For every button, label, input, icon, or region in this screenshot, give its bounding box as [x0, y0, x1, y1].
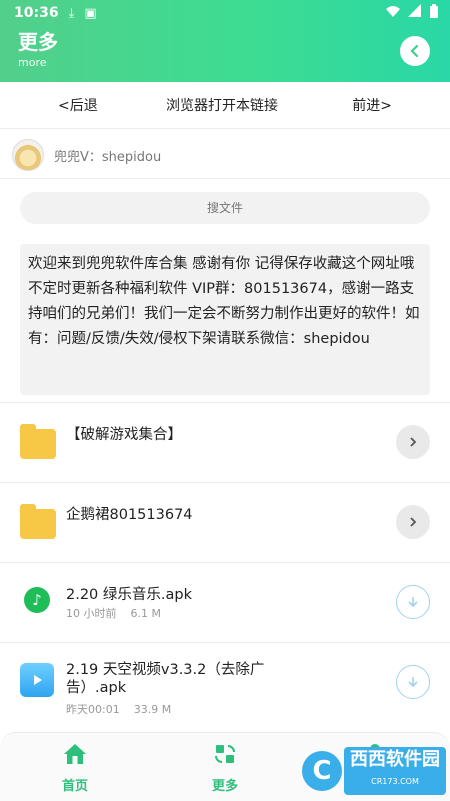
nav-forward-link[interactable]: 前进>	[352, 95, 392, 115]
item-name: 【破解游戏集合】	[66, 427, 182, 443]
browser-nav: <后退 浏览器打开本链接 前进>	[0, 82, 450, 129]
avatar	[12, 139, 44, 171]
watermark-sub: CR173.COM	[371, 777, 419, 786]
chevron-right-icon	[410, 437, 417, 447]
notification-icon: ▣	[84, 5, 97, 21]
music-note-icon: ♪	[24, 587, 50, 613]
folder-icon	[20, 424, 56, 459]
home-icon	[64, 744, 86, 764]
back-button[interactable]	[400, 36, 430, 66]
list-item[interactable]: 【破解游戏集合】	[0, 402, 450, 482]
user-row: 兜兜V：shepidou	[0, 132, 450, 179]
wifi-icon	[386, 4, 400, 22]
chevron-left-icon	[410, 44, 419, 58]
signal-icon	[408, 4, 422, 22]
item-name: 2.19 天空视频v3.3.2（去除广告）.apk	[66, 662, 265, 696]
open-folder-button[interactable]	[396, 425, 430, 459]
list-item[interactable]: 2.19 天空视频v3.3.2（去除广告）.apk 昨天00:01 33.9 M	[0, 642, 450, 722]
tab-home[interactable]: 首页	[45, 743, 105, 794]
open-in-browser-link[interactable]: 浏览器打开本链接	[166, 95, 278, 115]
download-icon: ⤓	[68, 5, 75, 21]
header: 10:36 ⤓ ▣ 更多 more	[0, 0, 450, 82]
watermark-text: 西西软件园	[350, 749, 440, 770]
username: 兜兜V：shepidou	[54, 149, 162, 165]
item-name: 2.20 绿乐音乐.apk	[66, 587, 192, 603]
file-list: 【破解游戏集合】 企鹅裙801513674 ♪ 2.20 绿乐音乐.apk 10…	[0, 402, 450, 722]
tab-more-label: 更多	[211, 779, 238, 794]
item-size: 33.9 M	[133, 703, 172, 716]
chevron-right-icon	[410, 517, 417, 527]
video-play-icon	[20, 663, 54, 697]
folder-icon	[20, 504, 56, 539]
notice-text: 欢迎来到兜兜软件库合集 感谢有你 记得保存收藏这个网址哦 不定时更新各种福利软件…	[20, 244, 430, 395]
download-button[interactable]	[396, 665, 430, 699]
page-title: 更多	[18, 30, 58, 54]
search-input[interactable]: 搜文件	[20, 192, 430, 224]
open-folder-button[interactable]	[396, 505, 430, 539]
bottom-tab-bar: 首页 更多 关于 C 西西软件园 CR173.COM	[0, 732, 450, 801]
status-bar: 10:36 ⤓ ▣	[0, 0, 450, 26]
item-name: 企鹅裙801513674	[66, 507, 193, 523]
item-time: 昨天00:01	[66, 703, 120, 716]
download-arrow-icon	[408, 597, 418, 608]
page-subtitle: more	[18, 56, 47, 69]
battery-icon	[430, 4, 438, 22]
nav-back-link[interactable]: <后退	[58, 95, 98, 115]
tab-more[interactable]: 更多	[195, 743, 255, 794]
list-item[interactable]: ♪ 2.20 绿乐音乐.apk 10 小时前 6.1 M	[0, 562, 450, 642]
watermark-logo: C	[302, 751, 342, 791]
item-time: 10 小时前	[66, 607, 117, 620]
watermark: C 西西软件园 CR173.COM	[302, 747, 446, 795]
download-button[interactable]	[396, 585, 430, 619]
refresh-grid-icon	[215, 745, 235, 763]
download-arrow-icon	[408, 677, 418, 688]
status-time: 10:36	[14, 5, 59, 21]
tab-home-label: 首页	[61, 779, 88, 794]
item-size: 6.1 M	[130, 607, 161, 620]
list-item[interactable]: 企鹅裙801513674	[0, 482, 450, 562]
